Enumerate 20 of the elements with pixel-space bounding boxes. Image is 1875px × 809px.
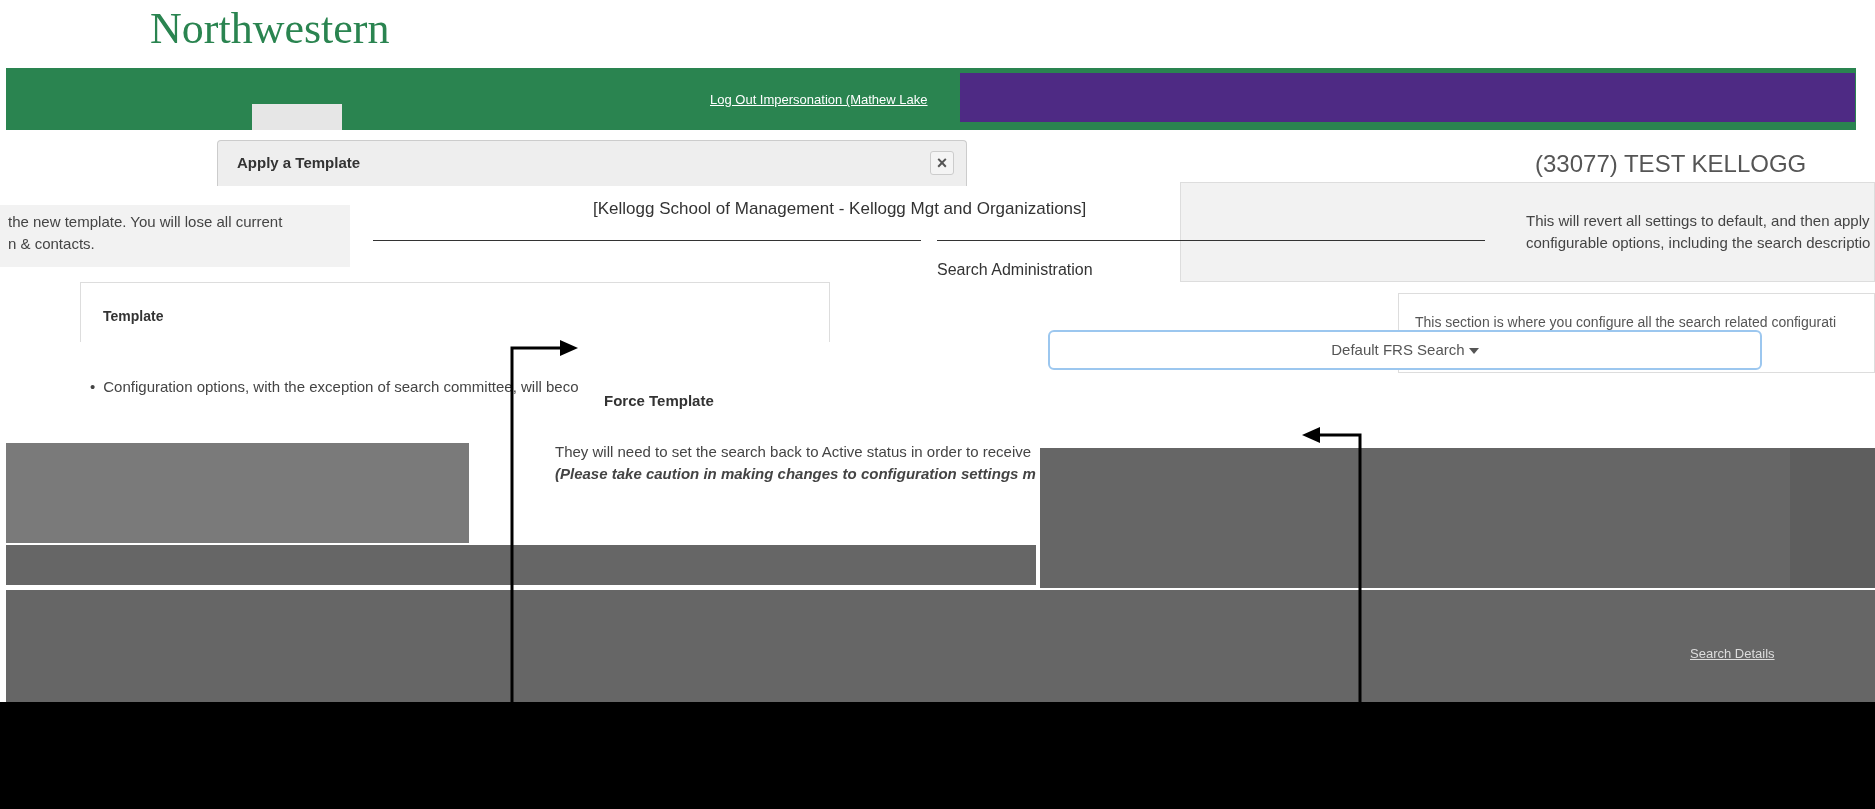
template-label: Template xyxy=(103,307,164,326)
force-label: Force Template xyxy=(604,391,714,411)
search-details-link[interactable]: Search Details xyxy=(1690,644,1775,664)
section-heading: Search Administration xyxy=(937,260,1093,280)
nav-tab[interactable] xyxy=(252,104,342,130)
revert-note-line: This will revert all settings to default, and then apply xyxy=(1526,211,1870,231)
caution-note: (Please take caution in making changes to configuration settings m xyxy=(555,464,1036,484)
caret-icon xyxy=(1468,347,1479,354)
close-button[interactable]: × xyxy=(930,151,954,175)
search-title: (33077) TEST KELLOGG xyxy=(1535,150,1807,178)
bullet-marker: • xyxy=(90,377,96,397)
impersonation-link[interactable]: Log Out Impersonation (Mathew Lake xyxy=(710,90,928,110)
status-note: They will need to set the search back to Active status in order to receive xyxy=(555,442,1032,462)
template-dropdown[interactable]: Default FRS Search xyxy=(1048,330,1762,370)
warning-line: the new template. You will lose all current xyxy=(8,212,283,232)
logo-text: Northwestern xyxy=(150,3,390,55)
warning-line: n & contacts. xyxy=(8,234,95,254)
config-note: This section is where you configure all the search related configurati xyxy=(1415,313,1836,332)
modal-title: Apply a Template xyxy=(237,153,361,173)
revert-note-line: configurable options, including the search descriptio xyxy=(1526,233,1871,253)
